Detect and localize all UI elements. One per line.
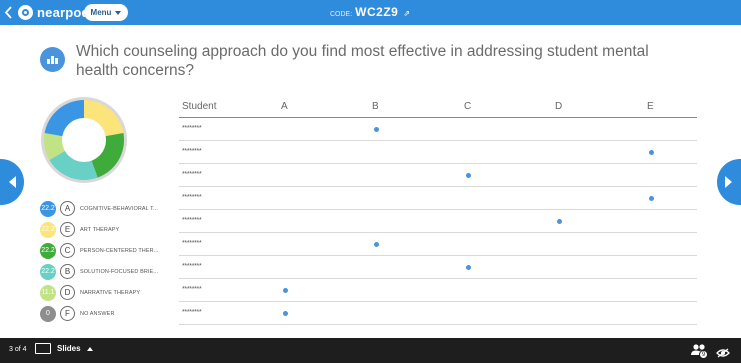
legend-count: 0 (40, 305, 56, 322)
table-row: ******** (179, 256, 697, 279)
bar-chart-icon (40, 47, 65, 72)
legend-label: NARRATIVE THERAPY (80, 289, 141, 296)
back-button[interactable] (0, 0, 16, 25)
response-dot (283, 311, 288, 316)
legend-letter: D (60, 285, 75, 300)
legend-item-f: 0 F NO ANSWER (40, 303, 165, 324)
legend-item-d: 11.1 D NARRATIVE THERAPY (40, 282, 165, 303)
question-title: Which counseling approach do you find mo… (76, 43, 649, 79)
student-name: ******** (182, 286, 202, 293)
student-responses-table: Student A B C D E ******** ******** ******… (179, 96, 697, 325)
legend-label: PERSON-CENTERED THER... (80, 247, 159, 254)
table-row: ******** (179, 187, 697, 210)
slides-label: Slides (57, 344, 81, 353)
legend-count: 22.2 (40, 263, 56, 280)
response-dot (466, 173, 471, 178)
arrow-left-icon (9, 176, 16, 188)
external-link-icon[interactable]: ⇗ (403, 9, 410, 18)
chevron-left-icon (4, 6, 12, 19)
legend-label: COGNITIVE-BEHAVIORAL T... (80, 205, 158, 212)
response-dot (374, 242, 379, 247)
legend-label: NO ANSWER (80, 310, 115, 317)
code-value: WC2Z9 (355, 5, 399, 19)
caret-up-icon (86, 346, 93, 351)
column-header-c: C (464, 101, 472, 112)
table-row: ******** (179, 302, 697, 325)
table-row: ******** (179, 233, 697, 256)
session-code: CODE: WC2Z9 ⇗ (330, 5, 410, 19)
nearpod-logo-icon (18, 5, 33, 20)
table-row: ******** (179, 210, 697, 233)
table-row: ******** (179, 141, 697, 164)
legend-item-e: 22.2 E ART THERAPY (40, 219, 165, 240)
menu-button-label: Menu (90, 8, 112, 17)
results-donut-chart (41, 97, 127, 183)
column-header-student: Student (182, 101, 217, 112)
student-name: ******** (182, 240, 202, 247)
page-indicator: 3 of 4 (9, 346, 27, 353)
student-name: ******** (182, 148, 202, 155)
top-bar: nearpod Menu CODE: WC2Z9 ⇗ (0, 0, 741, 25)
students-count-badge: 9 (699, 350, 708, 359)
table-row: ******** (179, 279, 697, 302)
previous-slide-button[interactable] (0, 159, 24, 205)
eye-icon[interactable] (716, 345, 730, 358)
legend-count: 22.2 (40, 221, 56, 238)
response-dot (557, 219, 562, 224)
table-row: ******** (179, 118, 697, 141)
next-slide-button[interactable] (717, 159, 741, 205)
column-header-b: B (372, 101, 379, 112)
student-name: ******** (182, 194, 202, 201)
student-name: ******** (182, 125, 202, 132)
table-header: Student A B C D E (179, 96, 697, 118)
response-dot (283, 288, 288, 293)
student-name: ******** (182, 309, 202, 316)
nearpod-logo: nearpod (18, 4, 90, 21)
answer-legend: 22.2 A COGNITIVE-BEHAVIORAL T... 22.2 E … (40, 198, 165, 324)
legend-letter: C (60, 243, 75, 258)
legend-count: 11.1 (40, 284, 56, 301)
student-name: ******** (182, 217, 202, 224)
student-name: ******** (182, 171, 202, 178)
legend-item-b: 22.2 B SOLUTION-FOCUSED BRIE... (40, 261, 165, 282)
response-dot (466, 265, 471, 270)
legend-label: ART THERAPY (80, 226, 120, 233)
table-row: ******** (179, 164, 697, 187)
slides-icon (35, 343, 51, 354)
column-header-e: E (647, 101, 654, 112)
legend-item-c: 22.2 C PERSON-CENTERED THER... (40, 240, 165, 261)
legend-label: SOLUTION-FOCUSED BRIE... (80, 268, 159, 275)
caret-down-icon (115, 10, 122, 15)
bottom-bar: 3 of 4 Slides 9 (0, 338, 741, 363)
students-button[interactable]: 9 (690, 343, 710, 359)
legend-letter: E (60, 222, 75, 237)
column-header-a: A (281, 101, 288, 112)
legend-count: 22.2 (40, 242, 56, 259)
response-dot (374, 127, 379, 132)
legend-letter: B (60, 264, 75, 279)
slides-button[interactable]: Slides (35, 343, 93, 354)
column-header-d: D (555, 101, 563, 112)
response-dot (649, 196, 654, 201)
menu-button[interactable]: Menu (84, 4, 128, 21)
legend-count: 22.2 (40, 200, 56, 217)
arrow-right-icon (725, 176, 732, 188)
legend-letter: F (60, 306, 75, 321)
code-label: CODE: (330, 11, 353, 18)
legend-letter: A (60, 201, 75, 216)
legend-item-a: 22.2 A COGNITIVE-BEHAVIORAL T... (40, 198, 165, 219)
response-dot (649, 150, 654, 155)
student-name: ******** (182, 263, 202, 270)
brand-name: nearpod (37, 5, 90, 20)
